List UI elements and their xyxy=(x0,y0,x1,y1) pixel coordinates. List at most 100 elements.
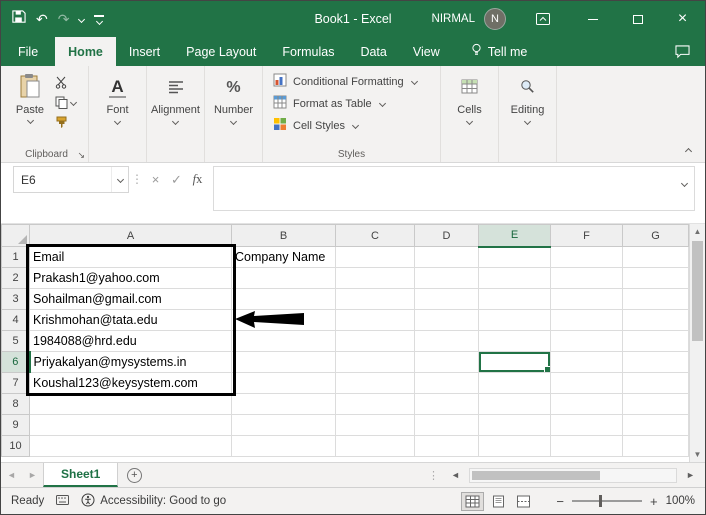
sheet-nav-prev-icon[interactable]: ◄ xyxy=(1,463,22,487)
cell[interactable] xyxy=(231,309,336,331)
cell[interactable] xyxy=(550,330,623,352)
normal-view-button[interactable] xyxy=(461,491,485,511)
cell[interactable] xyxy=(29,393,232,415)
cell[interactable] xyxy=(414,246,479,268)
zoom-level[interactable]: 100% xyxy=(666,495,695,507)
vertical-scrollbar[interactable]: ▲ ▼ xyxy=(689,224,705,462)
tab-formulas[interactable]: Formulas xyxy=(269,37,347,66)
page-break-view-button[interactable] xyxy=(513,493,534,510)
cell[interactable] xyxy=(414,288,479,310)
row-header-6[interactable]: 6 xyxy=(1,351,31,373)
column-header-D[interactable]: D xyxy=(414,224,479,247)
cell[interactable] xyxy=(622,288,689,310)
row-header-4[interactable]: 4 xyxy=(1,309,30,331)
cell-A3[interactable]: Sohailman@gmail.com xyxy=(29,288,232,310)
cell[interactable] xyxy=(478,309,551,331)
macro-record-icon[interactable] xyxy=(56,494,70,508)
enter-icon[interactable]: ✓ xyxy=(166,166,187,193)
cell[interactable] xyxy=(622,414,689,436)
cell[interactable] xyxy=(335,288,415,310)
save-icon[interactable] xyxy=(11,9,26,29)
cell[interactable] xyxy=(622,267,689,289)
tab-page-layout[interactable]: Page Layout xyxy=(173,37,269,66)
number-group-button[interactable]: % Number xyxy=(205,66,263,162)
cell[interactable] xyxy=(414,309,479,331)
conditional-formatting-button[interactable]: Conditional Formatting xyxy=(273,73,430,90)
cell[interactable] xyxy=(414,435,479,457)
column-header-F[interactable]: F xyxy=(550,224,623,247)
row-header-3[interactable]: 3 xyxy=(1,288,30,310)
vertical-scroll-thumb[interactable] xyxy=(692,241,703,341)
tab-home[interactable]: Home xyxy=(55,37,116,66)
cell[interactable] xyxy=(335,351,415,373)
cell[interactable] xyxy=(478,267,551,289)
cell-A1[interactable]: Email xyxy=(29,246,232,268)
column-header-E[interactable]: E xyxy=(478,224,551,248)
formula-bar-splitter[interactable]: ⋮ xyxy=(129,166,145,193)
tab-data[interactable]: Data xyxy=(347,37,399,66)
zoom-slider-thumb[interactable] xyxy=(598,495,602,507)
cell[interactable] xyxy=(29,414,232,436)
alignment-group-button[interactable]: Alignment xyxy=(147,66,205,162)
cell[interactable] xyxy=(414,372,479,394)
cell[interactable] xyxy=(231,372,336,394)
cells-group-button[interactable]: Cells xyxy=(441,66,499,162)
redo-icon[interactable]: ↷ xyxy=(58,12,70,26)
cell[interactable] xyxy=(550,435,623,457)
name-box-dropdown-icon[interactable] xyxy=(111,167,128,192)
sheet-tab-sheet1[interactable]: Sheet1 xyxy=(43,463,119,487)
format-painter-button[interactable] xyxy=(55,116,76,129)
cell[interactable] xyxy=(622,309,689,331)
copy-button[interactable] xyxy=(55,96,78,109)
cell[interactable] xyxy=(414,351,479,373)
column-header-G[interactable]: G xyxy=(622,224,689,247)
cell[interactable] xyxy=(335,393,415,415)
cell[interactable] xyxy=(414,267,479,289)
horizontal-scrollbar[interactable] xyxy=(469,467,677,483)
cell-A7[interactable]: Koushal123@keysystem.com xyxy=(29,372,232,394)
cell[interactable] xyxy=(335,414,415,436)
cell[interactable] xyxy=(231,351,336,373)
row-header-10[interactable]: 10 xyxy=(1,435,30,457)
cell[interactable] xyxy=(550,267,623,289)
clipboard-dialog-launcher[interactable]: ↘ xyxy=(77,150,85,161)
cell[interactable] xyxy=(550,246,623,268)
row-header-5[interactable]: 5 xyxy=(1,330,30,352)
collapse-ribbon-icon[interactable] xyxy=(684,147,693,156)
select-all-corner[interactable] xyxy=(1,224,30,247)
cell[interactable] xyxy=(414,414,479,436)
comment-icon[interactable] xyxy=(660,37,705,66)
cell[interactable] xyxy=(478,414,551,436)
cell[interactable] xyxy=(622,372,689,394)
cell-A2[interactable]: Prakash1@yahoo.com xyxy=(29,267,232,289)
accessibility-status[interactable]: Accessibility: Good to go xyxy=(81,493,226,510)
cell[interactable] xyxy=(29,435,232,457)
cell[interactable] xyxy=(478,246,551,268)
cell[interactable] xyxy=(231,267,336,289)
cell[interactable] xyxy=(622,393,689,415)
chevron-down-icon[interactable] xyxy=(78,15,86,23)
ribbon-display-options-icon[interactable] xyxy=(536,13,550,25)
cell[interactable] xyxy=(231,330,336,352)
cell[interactable] xyxy=(550,288,623,310)
cell-A4[interactable]: Krishmohan@tata.edu xyxy=(29,309,232,331)
tab-file[interactable]: File xyxy=(1,37,55,66)
font-group-button[interactable]: A Font xyxy=(89,66,147,162)
cell[interactable] xyxy=(335,372,415,394)
scroll-down-icon[interactable]: ▼ xyxy=(694,450,702,459)
editing-group-button[interactable]: Editing xyxy=(499,66,557,162)
sheet-nav-next-icon[interactable]: ► xyxy=(22,463,43,487)
maximize-button[interactable] xyxy=(615,1,660,37)
cell[interactable] xyxy=(478,435,551,457)
cell-A5[interactable]: 1984088@hrd.edu xyxy=(29,330,232,352)
formula-input[interactable] xyxy=(213,166,695,211)
cell[interactable] xyxy=(231,435,336,457)
cell-styles-button[interactable]: Cell Styles xyxy=(273,117,430,134)
cell[interactable] xyxy=(414,393,479,415)
scroll-up-icon[interactable]: ▲ xyxy=(694,227,702,236)
undo-icon[interactable]: ↶ xyxy=(36,12,48,26)
selected-cell-E6[interactable] xyxy=(478,351,551,373)
cell[interactable] xyxy=(414,330,479,352)
cell[interactable] xyxy=(478,393,551,415)
cell[interactable] xyxy=(335,267,415,289)
